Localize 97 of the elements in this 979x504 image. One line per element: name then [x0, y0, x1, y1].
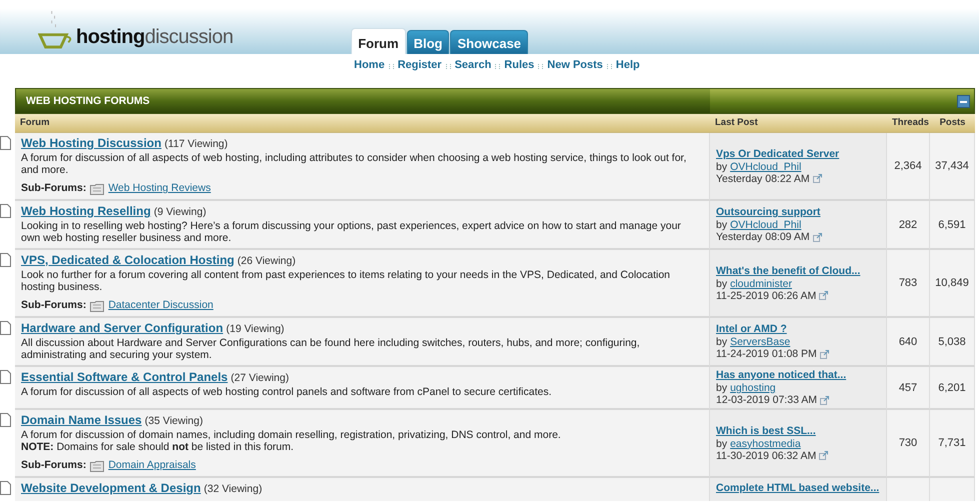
- post-count: 5,038: [930, 318, 975, 367]
- by-label: by: [716, 438, 728, 450]
- forum-title-link[interactable]: Hardware and Server Configuration: [21, 321, 224, 335]
- last-post-link[interactable]: Complete HTML based website...: [716, 482, 882, 495]
- external-link-icon[interactable]: [819, 451, 828, 460]
- viewing-count: (9 Viewing): [154, 206, 206, 218]
- last-post-link[interactable]: Has anyone noticed that...: [716, 369, 882, 382]
- sub-forums-label: Sub-Forums:: [21, 459, 86, 472]
- last-post-link[interactable]: What's the benefit of Cloud...: [716, 264, 882, 278]
- username-link[interactable]: OVHcloud_Phil: [730, 160, 802, 172]
- forum-note: NOTE: Domains for sale should not be listed in this forum.: [21, 441, 295, 453]
- external-link-icon[interactable]: [812, 174, 822, 183]
- thread-count: 282: [887, 201, 930, 250]
- folder-icon: [90, 300, 104, 312]
- nav-link[interactable]: Register: [398, 59, 442, 71]
- last-post-link[interactable]: Vps Or Dedicated Server: [716, 148, 882, 160]
- folder-icon: [90, 182, 104, 194]
- external-link-icon[interactable]: [812, 232, 822, 242]
- forum-description: Look no further for a forum covering all content from past experiences to items relating to your needs in the VPS, Dedicated, and Colocation hosting business.: [21, 269, 672, 293]
- viewing-count: (35 Viewing): [144, 415, 203, 427]
- username-link[interactable]: ughosting: [730, 382, 776, 394]
- document-icon: [0, 136, 11, 150]
- section-title: WEB HOSTING FORUMS: [25, 95, 151, 107]
- document-icon: [0, 481, 11, 495]
- site-logo-text: hostingdiscussion: [76, 26, 234, 49]
- nav-tab[interactable]: Showcase: [450, 30, 528, 54]
- external-link-icon[interactable]: [819, 291, 828, 300]
- document-icon: [0, 370, 11, 384]
- viewing-count: (27 Viewing): [230, 372, 289, 384]
- nav-link[interactable]: New Posts: [547, 59, 603, 71]
- nav-tab[interactable]: Forum: [351, 28, 406, 54]
- viewing-count: (117 Viewing): [164, 138, 228, 150]
- forum-title-link[interactable]: Web Hosting Discussion: [21, 136, 162, 150]
- column-header: Forum: [15, 114, 710, 133]
- username-link[interactable]: OVHcloud_Phil: [730, 219, 802, 231]
- sub-forum-link[interactable]: Datacenter Discussion: [108, 299, 214, 312]
- by-label: by: [716, 160, 728, 172]
- by-label: by: [716, 278, 728, 290]
- column-header: Last Post: [710, 114, 887, 133]
- sub-forum-link[interactable]: Domain Appraisals: [108, 459, 196, 472]
- forum-description: A forum for discussion of domain names, including domain reselling, registration, privatizing, DNS control, and more.: [21, 429, 562, 441]
- forum-title-link[interactable]: Web Hosting Reselling: [21, 204, 151, 218]
- sub-forums-label: Sub-Forums:: [21, 182, 86, 195]
- external-link-icon[interactable]: [820, 350, 829, 358]
- thread-count: 730: [887, 410, 930, 478]
- forum-description: A forum for discussion of all aspects of web hosting, including attributes to consider when choosing a web hosting service, things to look out for, and more.: [21, 152, 688, 176]
- post-count: 6,201: [930, 367, 975, 410]
- by-label: by: [716, 219, 728, 231]
- username-link[interactable]: cloudminister: [730, 278, 792, 290]
- thread-count: 2,364: [887, 133, 930, 201]
- sub-forums-label: Sub-Forums:: [21, 299, 86, 312]
- forum-title-link[interactable]: VPS, Dedicated & Colocation Hosting: [21, 253, 234, 267]
- by-label: by: [716, 382, 728, 394]
- document-icon: [0, 413, 11, 427]
- forum-title-link[interactable]: Website Development & Design: [21, 481, 201, 495]
- username-link[interactable]: ServersBase: [730, 336, 790, 348]
- viewing-count: (32 Viewing): [204, 483, 262, 495]
- viewing-count: (26 Viewing): [237, 255, 296, 267]
- sub-forum-link[interactable]: Web Hosting Reviews: [108, 182, 211, 195]
- folder-icon: [90, 460, 104, 472]
- thread-count: 457: [887, 367, 930, 410]
- forum-description: A forum for discussion of all aspects of web hosting control panels and software from cPanel to secure certificates.: [21, 386, 553, 398]
- last-post-link[interactable]: Intel or AMD ?: [716, 323, 882, 336]
- viewing-count: (19 Viewing): [226, 323, 284, 335]
- nav-tab[interactable]: Blog: [406, 30, 450, 54]
- post-date: Yesterday 08:09 AM: [716, 231, 810, 243]
- last-post-link[interactable]: Outsourcing support: [716, 206, 882, 219]
- document-icon: [0, 321, 11, 335]
- cup-logo-icon: [38, 10, 74, 50]
- document-icon: [0, 253, 11, 267]
- column-header: Posts: [930, 114, 975, 133]
- nav-link[interactable]: Search: [454, 59, 492, 71]
- post-date: 11-30-2019 06:32 AM: [716, 450, 816, 462]
- nav-link[interactable]: Rules: [504, 59, 534, 71]
- username-link[interactable]: easyhostmedia: [730, 438, 801, 450]
- collapse-icon[interactable]: [957, 94, 970, 108]
- thread-count: 640: [887, 318, 930, 367]
- last-post-link[interactable]: Which is best SSL...: [716, 424, 882, 438]
- column-header: Threads: [887, 114, 930, 133]
- post-count: 6,591: [930, 201, 975, 250]
- post-date: Yesterday 08:22 AM: [716, 172, 810, 184]
- external-link-icon[interactable]: [820, 396, 829, 404]
- post-date: 12-03-2019 07:33 AM: [716, 394, 817, 406]
- post-count: 10,849: [930, 250, 975, 318]
- post-date: 11-24-2019 01:08 PM: [716, 348, 817, 360]
- forum-title-link[interactable]: Essential Software & Control Panels: [21, 370, 228, 384]
- nav-link[interactable]: Home: [354, 59, 385, 71]
- thread-count: 783: [887, 250, 930, 318]
- forum-title-link[interactable]: Domain Name Issues: [21, 413, 142, 427]
- post-date: 11-25-2019 06:26 AM: [716, 290, 816, 302]
- forum-description: Looking in to reselling web hosting? Here’s a forum discussing your options, past experiences, expert advice on how to start and manage your own web hosting reseller business and more.: [21, 220, 682, 244]
- forum-description: All discussion about Hardware and Server Configurations can be found here including switches, routers, hubs, and more; configuring, administrating and securing your system.: [21, 337, 641, 361]
- post-count: 7,731: [930, 410, 975, 478]
- document-icon: [0, 204, 11, 218]
- by-label: by: [716, 336, 728, 348]
- post-count: 37,434: [930, 133, 975, 201]
- nav-link[interactable]: Help: [616, 59, 640, 71]
